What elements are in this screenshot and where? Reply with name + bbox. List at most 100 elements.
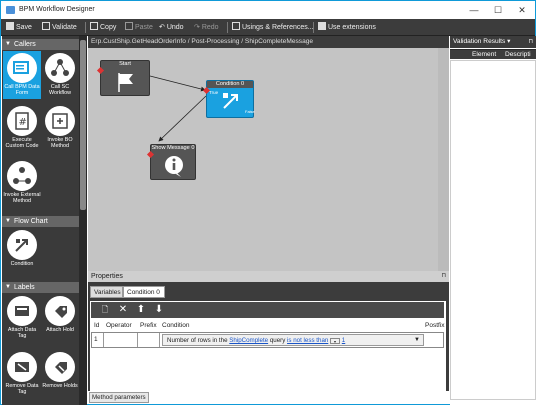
delete-row-button[interactable]: ✕	[117, 304, 129, 316]
copy-label: Copy	[100, 24, 117, 31]
connector-condition-to-message[interactable]	[158, 95, 207, 142]
pin-icon[interactable]: ⊓	[441, 271, 446, 282]
flag-icon	[118, 73, 133, 92]
use-extensions-button[interactable]: Use extensions	[318, 22, 376, 33]
tool-label: Call SC Workflow	[48, 84, 72, 96]
tool-invoke-bo-method[interactable]: Invoke BO Method	[41, 106, 79, 149]
labels-section-header[interactable]: ▼ Labels	[2, 282, 79, 293]
condition-expression-field[interactable]: Number of rows in the ShipComplete query…	[162, 334, 424, 346]
tool-remove-data-tag[interactable]: Remove Data Tag	[3, 352, 41, 395]
validation-title: Validation Results ▾	[453, 38, 511, 45]
validate-button[interactable]: Validate	[42, 22, 77, 33]
condition-icon	[223, 93, 238, 109]
flowchart-header-label: Flow Chart	[14, 218, 48, 225]
chevron-down-icon[interactable]: ▾	[330, 338, 341, 344]
cell-prefix[interactable]	[138, 333, 160, 347]
dropdown-chevron-icon[interactable]: ▼	[414, 335, 420, 345]
show-message-node[interactable]: Show Message 0	[146, 144, 196, 180]
save-button[interactable]: Save	[6, 22, 32, 33]
tool-attach-data-tag[interactable]: Attach Data Tag	[3, 296, 41, 339]
undo-icon: ↶	[159, 24, 167, 31]
tool-label: Invoke External Method	[3, 192, 41, 204]
condition-node[interactable]: Condition 0 True False	[202, 80, 255, 118]
tool-call-bpm-data-form[interactable]: Call BPM Data Form	[3, 51, 41, 99]
value-link[interactable]: 1	[342, 337, 345, 344]
remove-hold-icon	[45, 352, 75, 382]
tab-condition-0[interactable]: Condition 0	[123, 286, 165, 298]
new-row-button[interactable]: 🗋	[99, 304, 111, 316]
redo-button[interactable]: ↷ Redo	[194, 22, 219, 33]
tool-label: Call BPM Data Form	[4, 84, 40, 96]
start-node-title: Start	[119, 61, 131, 67]
toolbox-panel: ▼ Callers Call BPM Data Form Call SC Work…	[2, 36, 87, 405]
usings-button[interactable]: Usings & References...	[232, 22, 314, 33]
workflow-canvas[interactable]: Erp.CustShip.GetHeadOrderInfo / Post-Pro…	[88, 36, 449, 271]
comparison-operator-link[interactable]: is not less than	[287, 337, 328, 344]
close-button[interactable]: ✕	[511, 3, 533, 17]
validation-results-list	[450, 60, 536, 400]
condition-node-title: Condition 0	[207, 81, 253, 88]
redo-icon: ↷	[194, 24, 202, 31]
references-icon	[232, 22, 240, 30]
remove-data-tag-icon	[7, 352, 37, 382]
callers-section-header[interactable]: ▼ Callers	[2, 39, 79, 50]
condition-icon	[7, 230, 37, 260]
properties-header: Properties ⊓	[88, 271, 449, 282]
undo-label: Undo	[166, 24, 184, 31]
tool-label: Remove Holds	[42, 383, 78, 389]
hold-icon	[45, 296, 75, 326]
tool-label: Attach Hold	[46, 327, 74, 333]
cell-id: 1	[92, 333, 104, 347]
query-link[interactable]: ShipComplete	[229, 337, 268, 344]
pin-icon[interactable]: ⊓	[528, 36, 533, 48]
tool-label: Invoke BO Method	[47, 137, 73, 149]
cell-postfix[interactable]	[425, 333, 445, 347]
move-down-button[interactable]: ⬇	[153, 304, 165, 316]
validation-columns: Element Descripti	[450, 49, 536, 59]
toolbar-separator	[313, 22, 314, 33]
start-node[interactable]: Start	[96, 60, 150, 96]
message-node-title: Show Message 0	[151, 145, 195, 151]
redo-label: Redo	[201, 24, 219, 31]
toolbox-scrollbar-thumb[interactable]	[80, 40, 86, 210]
validation-header[interactable]: Validation Results ▾ ⊓	[450, 36, 536, 48]
toolbar-separator	[227, 22, 228, 33]
cell-operator[interactable]	[104, 333, 138, 347]
paste-button[interactable]: Paste	[125, 22, 153, 33]
maximize-button[interactable]: ☐	[487, 3, 509, 17]
minimize-button[interactable]: —	[463, 3, 485, 17]
bo-method-icon	[45, 106, 75, 136]
flowchart-section-header[interactable]: ▼ Flow Chart	[2, 216, 79, 227]
tab-variables[interactable]: Variables	[90, 286, 123, 298]
app-window: BPM Workflow Designer — ☐ ✕ Save Validat…	[0, 0, 536, 405]
external-method-icon	[7, 161, 37, 191]
chevron-down-icon: ▼	[5, 41, 11, 47]
column-header-condition: Condition	[162, 320, 190, 331]
extensions-label: Use extensions	[328, 24, 376, 31]
tool-label: Condition	[10, 261, 34, 267]
move-up-button[interactable]: ⬆	[135, 304, 147, 316]
tool-condition[interactable]: Condition	[3, 230, 41, 267]
method-parameters-tab[interactable]: Method parameters	[89, 392, 149, 403]
copy-button[interactable]: Copy	[90, 22, 116, 33]
tool-invoke-external-method[interactable]: Invoke External Method	[3, 161, 41, 204]
tool-remove-holds[interactable]: Remove Holds	[41, 352, 79, 389]
tool-label: Execute Custom Code	[5, 137, 39, 149]
chevron-down-icon: ▼	[5, 284, 11, 290]
workflow-icon	[45, 53, 75, 83]
tool-call-sc-workflow[interactable]: Call SC Workflow	[41, 53, 79, 96]
tool-attach-hold[interactable]: Attach Hold	[41, 296, 79, 333]
table-row[interactable]: 1 Number of rows in the ShipComplete que…	[91, 332, 444, 348]
copy-icon	[90, 22, 98, 30]
canvas-scrollbar[interactable]	[438, 48, 449, 271]
tool-execute-custom-code[interactable]: # Execute Custom Code	[3, 106, 41, 149]
column-header-element[interactable]: Element	[472, 50, 496, 60]
code-icon: #	[7, 106, 37, 136]
callers-header-label: Callers	[14, 41, 36, 48]
condition-toolbar: 🗋 ✕ ⬆ ⬇	[91, 302, 444, 318]
data-form-icon	[7, 53, 37, 83]
labels-header-label: Labels	[14, 284, 35, 291]
undo-button[interactable]: ↶ Undo	[159, 22, 184, 33]
column-header-description[interactable]: Descripti	[505, 50, 531, 60]
connector-start-to-condition[interactable]	[149, 75, 206, 92]
